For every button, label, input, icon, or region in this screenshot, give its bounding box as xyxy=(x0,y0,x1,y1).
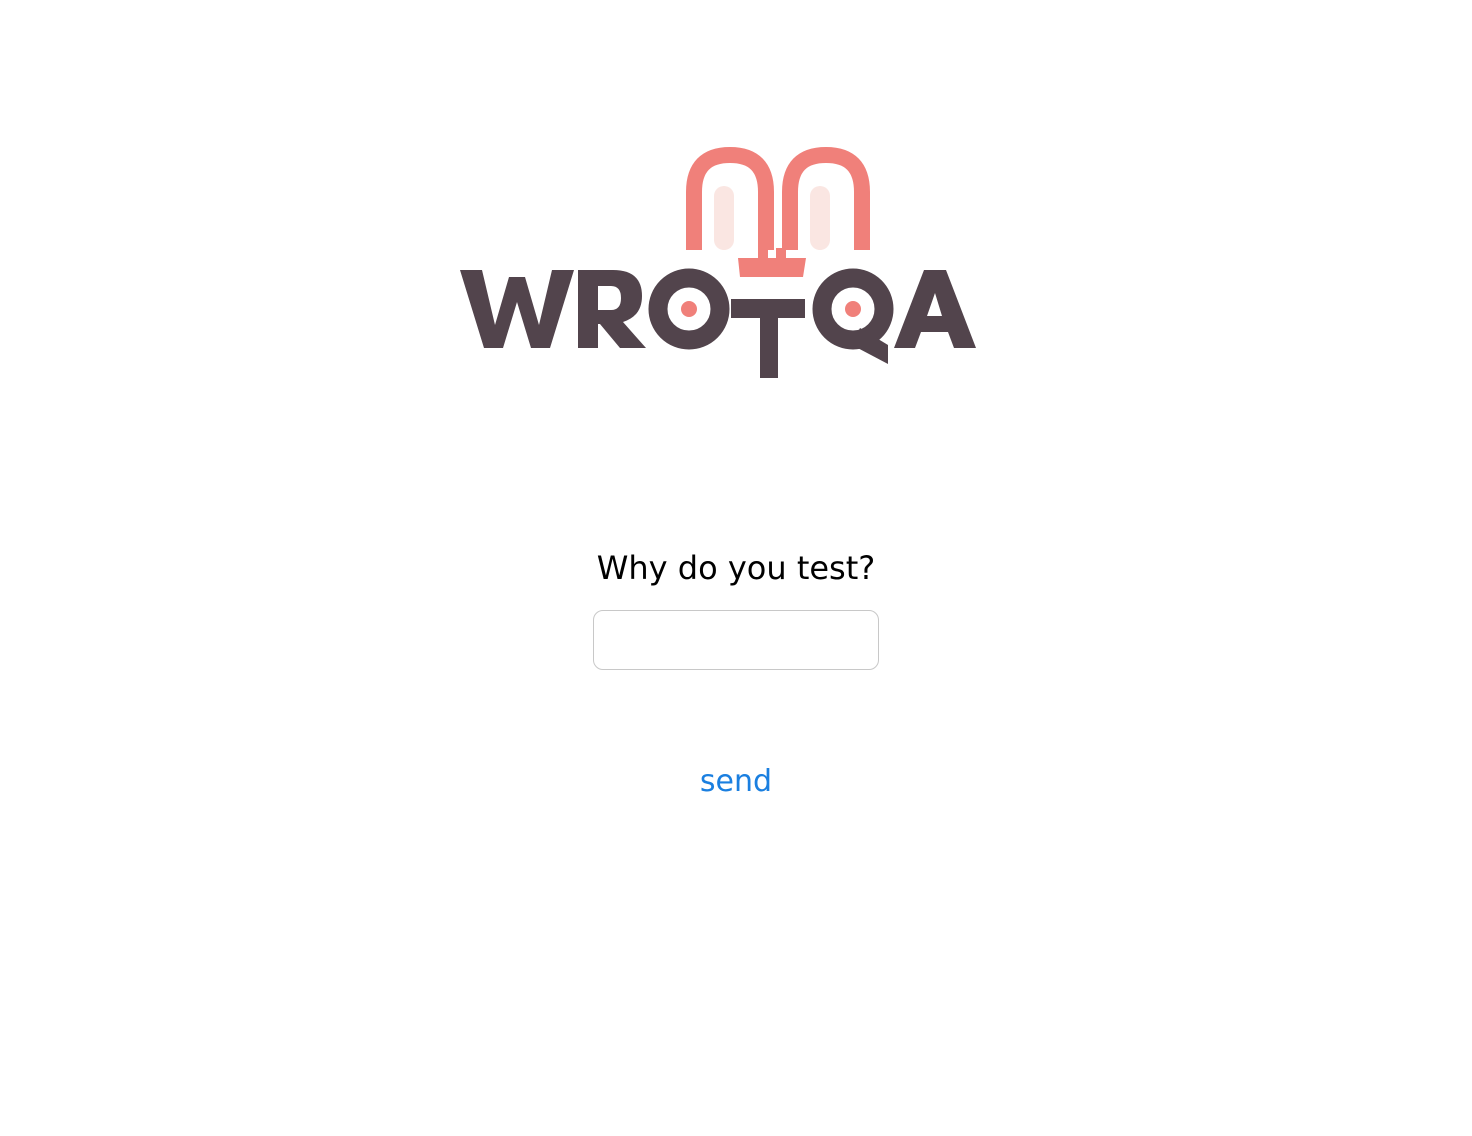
wrotqa-logo xyxy=(448,140,988,390)
send-button[interactable]: send xyxy=(636,758,836,804)
logo-letter-r xyxy=(578,270,646,348)
logo-eye-left xyxy=(681,301,697,317)
answer-input[interactable] xyxy=(593,610,879,670)
bunny-logo-graphic xyxy=(460,146,976,378)
question-label: Why do you test? xyxy=(596,549,876,587)
logo-letter-w xyxy=(460,270,574,348)
logo-letter-t xyxy=(731,299,805,378)
bunny-ears xyxy=(686,146,870,277)
wordmark xyxy=(460,268,976,378)
logo-eye-right xyxy=(845,301,861,317)
logo-letter-a xyxy=(894,270,976,348)
